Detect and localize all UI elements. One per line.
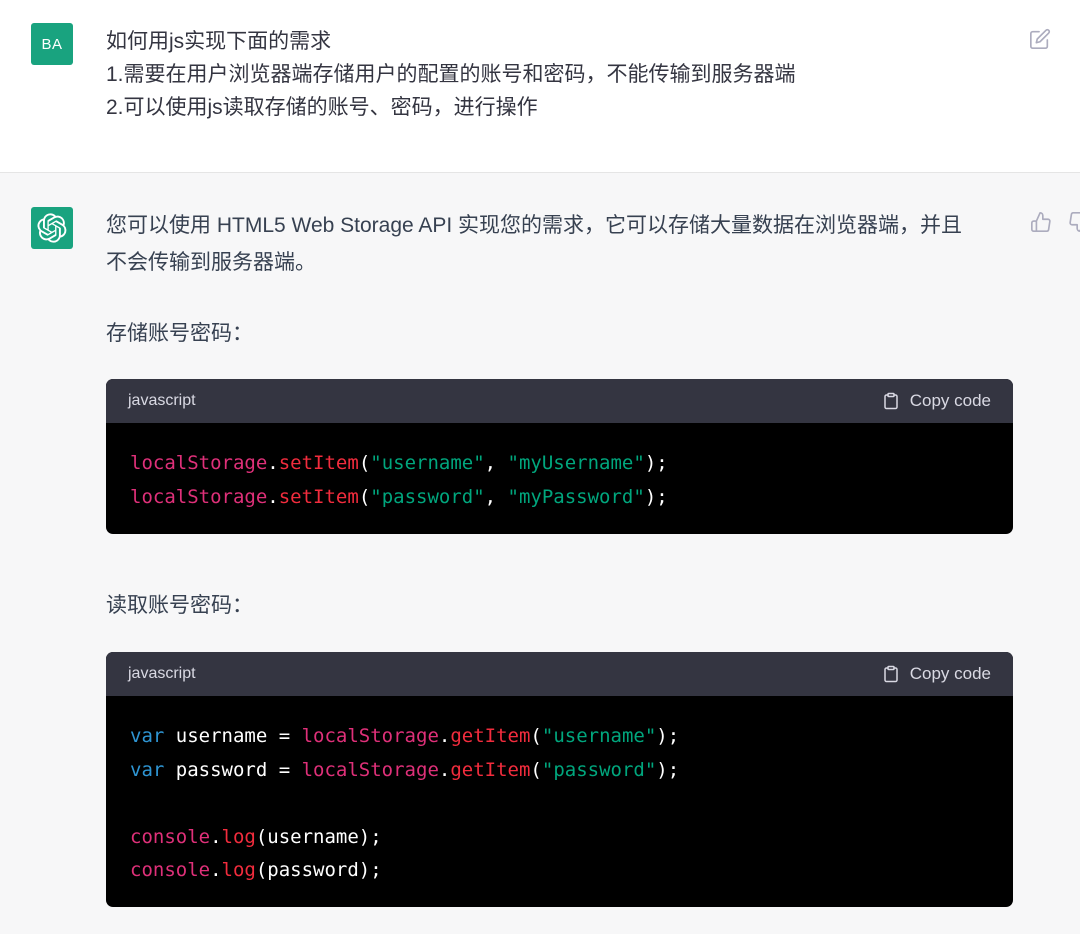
user-message-line: 如何用js实现下面的需求 [106,30,332,53]
code-token: log [221,825,256,848]
code-token: localStorage [130,485,268,508]
code-token: username = [164,725,302,747]
code-block-header: javascript Copy code [106,379,1013,423]
code-token: . [210,825,222,848]
user-message-line: 2.可以使用js读取存储的账号、密码，进行操作 [106,96,538,119]
code-token: "username" [541,725,657,747]
intro-line: 您可以使用 HTML5 Web Storage API 实现您的需求，它可以存储… [106,214,963,237]
code-body: var username = localStorage.getItem("use… [106,696,1013,907]
openai-logo-icon [37,213,67,243]
code-token: . [267,452,279,474]
code-token: ); [656,758,680,781]
edit-icon[interactable] [1029,28,1051,50]
clipboard-icon [883,392,898,410]
code-token: var [130,758,165,781]
assistant-message-content: 您可以使用 HTML5 Web Storage API 实现您的需求，它可以存储… [106,207,1016,281]
code-token: ( [358,452,371,474]
code-line: localStorage.setItem("password", "myPass… [130,481,989,515]
code-token: , [484,485,508,508]
code-token: . [438,725,451,747]
code-language-label: javascript [128,665,196,682]
code-token: (username); [255,825,382,848]
thumbs-down-button[interactable] [1068,211,1080,235]
intro-line: 不会传输到服务器端。 [106,251,316,274]
code-token: localStorage [130,452,268,474]
code-block-store: javascript Copy code localStorage.setIte… [106,379,1013,534]
copy-code-label: Copy code [909,391,991,410]
user-message-text: 如何用js实现下面的需求 1.需要在用户浏览器端存储用户的配置的账号和密码，不能… [106,25,796,124]
code-token: "password" [370,485,485,508]
code-token: , [484,452,508,474]
code-block-read: javascript Copy code var username = loca… [106,652,1013,907]
code-block-header: javascript Copy code [106,652,1013,696]
user-message: BA 如何用js实现下面的需求 1.需要在用户浏览器端存储用户的配置的账号和密码… [0,0,1080,173]
code-language-label: javascript [128,392,196,409]
assistant-avatar [31,207,73,249]
code-line: var username = localStorage.getItem("use… [130,720,989,754]
read-credentials-label: 读取账号密码： [106,594,253,617]
code-line: var password = localStorage.getItem("pas… [130,754,989,788]
copy-code-button[interactable]: Copy code [882,664,991,684]
code-token: setItem [278,485,359,508]
intro-paragraph: 您可以使用 HTML5 Web Storage API 实现您的需求，它可以存储… [106,207,1036,281]
code-token: getItem [450,725,531,747]
assistant-message: 您可以使用 HTML5 Web Storage API 实现您的需求，它可以存储… [0,173,1080,934]
code-token: ( [530,725,542,747]
code-token: log [221,859,256,881]
code-token: "myUsername" [507,452,645,474]
clipboard-icon [883,665,898,683]
code-line: console.log(password); [130,854,989,888]
thumbs-down-icon [1069,212,1080,232]
code-token: setItem [278,452,359,474]
code-token: localStorage [301,758,439,781]
code-token: "username" [370,452,485,474]
code-token: password = [164,758,302,781]
code-token: "password" [541,758,657,781]
code-token: ( [358,485,371,508]
code-line: console.log(username); [130,821,989,855]
user-avatar: BA [31,23,73,65]
code-token: getItem [450,758,531,781]
code-token: . [210,859,222,881]
code-token: "myPassword" [507,485,645,508]
code-token: console [130,825,211,848]
code-token: ); [644,485,668,508]
code-token: . [267,485,279,508]
thumbs-up-button[interactable] [1030,211,1052,235]
code-token: console [130,859,211,881]
code-token: (password); [255,859,382,881]
user-message-line: 1.需要在用户浏览器端存储用户的配置的账号和密码，不能传输到服务器端 [106,63,796,86]
code-token: var [130,725,165,747]
code-token: ); [656,725,680,747]
code-token: localStorage [301,725,439,747]
copy-code-label: Copy code [909,664,991,683]
user-avatar-initials: BA [41,35,63,53]
code-token: ( [530,758,542,781]
code-token: . [438,758,451,781]
code-token: ); [644,452,668,474]
copy-code-button[interactable]: Copy code [882,391,991,411]
thumbs-up-icon [1031,212,1051,232]
code-line: localStorage.setItem("username", "myUser… [130,447,989,481]
code-body: localStorage.setItem("username", "myUser… [106,423,1013,534]
store-credentials-label: 存储账号密码： [106,322,253,345]
